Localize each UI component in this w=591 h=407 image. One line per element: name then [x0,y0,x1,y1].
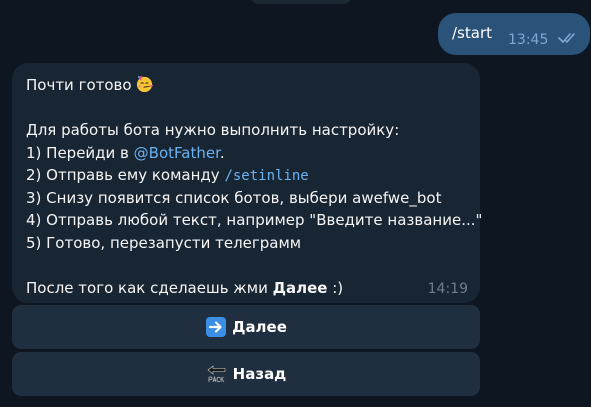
message-text: . [219,143,225,162]
back-arrow-icon [207,365,225,383]
outgoing-message[interactable]: /start 13:45 [438,13,590,55]
message-text: 1) Перейди в [26,143,134,162]
incoming-message[interactable]: Почти готово Для работы бота нужно выпол… [12,63,483,303]
message-line: 1) Перейди в @BotFather. [26,142,476,165]
message-line: После того как сделаешь жми Далее :) [26,277,476,300]
right-arrow-icon [206,317,227,337]
message-text: После того как сделаешь жми [26,278,273,297]
message-line: 5) Готово, перезапусти телеграмм [26,233,302,252]
message-line: Почти готово [26,74,476,97]
next-button-label: Далее [232,318,287,336]
message-line: 3) Снизу появится список ботов, выбери a… [26,188,442,207]
message-heading: Почти готово [26,76,132,94]
incoming-message-time: 14:19 [427,281,468,297]
back-button[interactable]: Назад [12,352,480,396]
next-keyword: Далее [272,278,328,297]
next-button[interactable]: Далее [12,305,480,349]
setinline-command[interactable]: /setinline [224,168,308,184]
outgoing-message-text: /start [452,24,492,42]
back-button-label: Назад [232,365,287,383]
message-line: 4) Отправь любой текст, например "Введит… [26,211,483,229]
message-line: Для работы бота нужно выполнить настройк… [26,121,400,139]
partying-face-icon [136,75,153,93]
message-line: 2) Отправь ему команду /setinline [26,164,476,187]
outgoing-message-time: 13:45 [508,32,549,48]
double-check-icon [558,33,575,43]
incoming-message-body: Почти готово Для работы бота нужно выпол… [26,74,483,300]
botfather-link[interactable]: @BotFather [134,144,220,162]
message-text: 2) Отправь ему команду [26,166,225,184]
date-pill [250,0,352,4]
message-text: :) [327,278,344,297]
